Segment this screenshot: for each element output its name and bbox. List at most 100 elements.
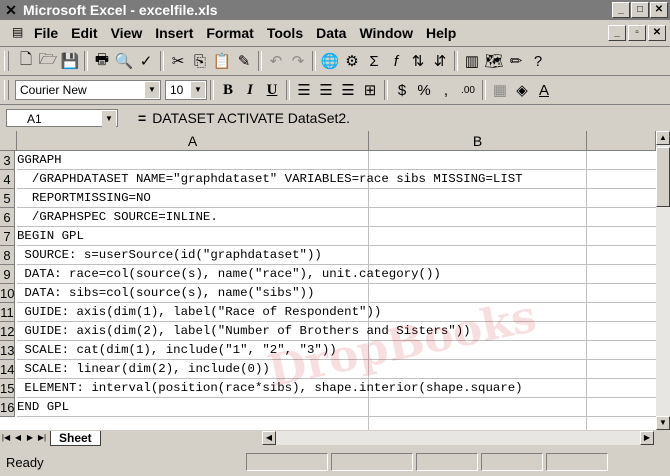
column-header-b[interactable]: B [369, 131, 587, 151]
horizontal-scrollbar[interactable]: ◀ ▶ [262, 431, 654, 445]
document-icon[interactable]: ▤ [12, 25, 28, 41]
menu-window[interactable]: Window [359, 25, 413, 41]
doc-restore-button[interactable]: ▫ [628, 25, 646, 41]
last-sheet-icon[interactable]: ▶| [36, 431, 48, 445]
print-preview-icon[interactable]: 🔍 [113, 50, 135, 72]
row-number[interactable]: 10 [0, 284, 15, 303]
row-number[interactable]: 7 [0, 227, 15, 246]
row-number[interactable]: 9 [0, 265, 15, 284]
sort-descending-icon[interactable]: ⇵ [429, 50, 451, 72]
cell[interactable]: SOURCE: s=userSource(id("graphdataset")) [17, 246, 656, 265]
copy-icon[interactable]: ⎘ [189, 50, 211, 72]
undo-icon[interactable]: ↶ [265, 50, 287, 72]
doc-minimize-button[interactable]: _ [608, 25, 626, 41]
align-center-icon[interactable]: ☰ [315, 79, 337, 101]
prev-sheet-icon[interactable]: ◀ [12, 431, 24, 445]
menu-data[interactable]: Data [316, 25, 346, 41]
paste-icon[interactable]: 📋 [211, 50, 233, 72]
formula-content[interactable]: DATASET ACTIVATE DataSet2. [152, 109, 670, 127]
cell[interactable]: /GRAPHDATASET NAME="graphdataset" VARIAB… [17, 170, 656, 189]
bold-icon[interactable]: B [217, 79, 239, 101]
drawing-icon[interactable]: ✏ [505, 50, 527, 72]
vertical-scrollbar[interactable]: ▲ ▼ [656, 131, 670, 430]
row-number[interactable]: 4 [0, 170, 15, 189]
minimize-button[interactable]: _ [612, 2, 630, 18]
sort-ascending-icon[interactable]: ⇅ [407, 50, 429, 72]
function-icon[interactable]: f [385, 50, 407, 72]
first-sheet-icon[interactable]: |◀ [0, 431, 12, 445]
close-button[interactable]: ✕ [650, 2, 668, 18]
scroll-down-icon[interactable]: ▼ [656, 416, 670, 430]
row-number[interactable]: 12 [0, 322, 15, 341]
chart-wizard-icon[interactable]: ▥ [461, 50, 483, 72]
scroll-left-icon[interactable]: ◀ [262, 431, 276, 445]
select-all-corner[interactable] [0, 131, 17, 151]
redo-icon[interactable]: ↷ [287, 50, 309, 72]
menu-view[interactable]: View [111, 25, 143, 41]
percent-icon[interactable]: % [413, 79, 435, 101]
map-icon[interactable]: 🗺 [483, 50, 505, 72]
underline-icon[interactable]: U [261, 79, 283, 101]
spelling-icon[interactable]: ✓ [135, 50, 157, 72]
row-number[interactable]: 5 [0, 189, 15, 208]
scroll-up-icon[interactable]: ▲ [656, 131, 670, 145]
new-icon[interactable]: 🗋 [15, 50, 37, 72]
comma-icon[interactable]: , [435, 79, 457, 101]
menu-insert[interactable]: Insert [155, 25, 193, 41]
open-icon[interactable]: 🗁 [37, 50, 59, 72]
cell[interactable]: BEGIN GPL [17, 227, 656, 246]
row-number[interactable]: 13 [0, 341, 15, 360]
cell[interactable]: SCALE: cat(dim(1), include("1", "2", "3"… [17, 341, 656, 360]
scroll-right-icon[interactable]: ▶ [640, 431, 654, 445]
cell[interactable]: GGRAPH [17, 151, 656, 170]
cell[interactable]: SCALE: linear(dim(2), include(0)) [17, 360, 656, 379]
cell[interactable]: /GRAPHSPEC SOURCE=INLINE. [17, 208, 656, 227]
row-number[interactable]: 3 [0, 151, 15, 170]
scroll-thumb[interactable] [656, 147, 670, 207]
cut-icon[interactable]: ✂ [167, 50, 189, 72]
worksheet-grid[interactable]: A B 3 GGRAPH 4 /GRAPHDATASET NAME="graphd… [0, 131, 656, 430]
cell[interactable]: END GPL [17, 398, 656, 417]
row-number[interactable]: 14 [0, 360, 15, 379]
format-painter-icon[interactable]: ✎ [233, 50, 255, 72]
web-toolbar-icon[interactable]: ⚙ [341, 50, 363, 72]
maximize-button[interactable]: □ [631, 2, 649, 18]
menu-edit[interactable]: Edit [71, 25, 97, 41]
doc-close-button[interactable]: ✕ [648, 25, 666, 41]
row-number[interactable]: 8 [0, 246, 15, 265]
font-color-icon[interactable]: A [533, 79, 555, 101]
font-select[interactable]: Courier New ▼ [15, 80, 161, 100]
cell[interactable]: GUIDE: axis(dim(2), label("Number of Bro… [17, 322, 656, 341]
menu-file[interactable]: File [34, 25, 58, 41]
cell[interactable]: GUIDE: axis(dim(1), label("Race of Respo… [17, 303, 656, 322]
sheet-tab[interactable]: Sheet [50, 430, 101, 446]
column-header-a[interactable]: A [17, 131, 369, 151]
align-left-icon[interactable]: ☰ [293, 79, 315, 101]
row-number[interactable]: 16 [0, 398, 15, 417]
borders-icon[interactable]: ▦ [489, 79, 511, 101]
cell[interactable]: DATA: sibs=col(source(s), name("sibs")) [17, 284, 656, 303]
column-header-c[interactable] [587, 131, 656, 151]
help-icon[interactable]: ? [527, 50, 549, 72]
save-icon[interactable]: 💾 [59, 50, 81, 72]
cell[interactable]: ELEMENT: interval(position(race*sibs), s… [17, 379, 656, 398]
align-right-icon[interactable]: ☰ [337, 79, 359, 101]
menu-format[interactable]: Format [206, 25, 253, 41]
chevron-down-icon[interactable]: ▼ [145, 82, 159, 98]
menu-help[interactable]: Help [426, 25, 456, 41]
merge-center-icon[interactable]: ⊞ [359, 79, 381, 101]
italic-icon[interactable]: I [239, 79, 261, 101]
font-size-select[interactable]: 10 ▼ [165, 80, 207, 100]
toolbar-grip[interactable] [4, 51, 9, 71]
insert-hyperlink-icon[interactable]: 🌐 [319, 50, 341, 72]
chevron-down-icon[interactable]: ▼ [102, 111, 116, 127]
row-number[interactable]: 15 [0, 379, 15, 398]
fill-color-icon[interactable]: ◈ [511, 79, 533, 101]
next-sheet-icon[interactable]: ▶ [24, 431, 36, 445]
print-icon[interactable]: 🖶 [91, 50, 113, 72]
cell[interactable]: DATA: race=col(source(s), name("race"), … [17, 265, 656, 284]
name-box[interactable]: A1 ▼ [6, 109, 118, 127]
cell[interactable]: REPORTMISSING=NO [17, 189, 656, 208]
row-number[interactable]: 11 [0, 303, 15, 322]
row-number[interactable]: 6 [0, 208, 15, 227]
